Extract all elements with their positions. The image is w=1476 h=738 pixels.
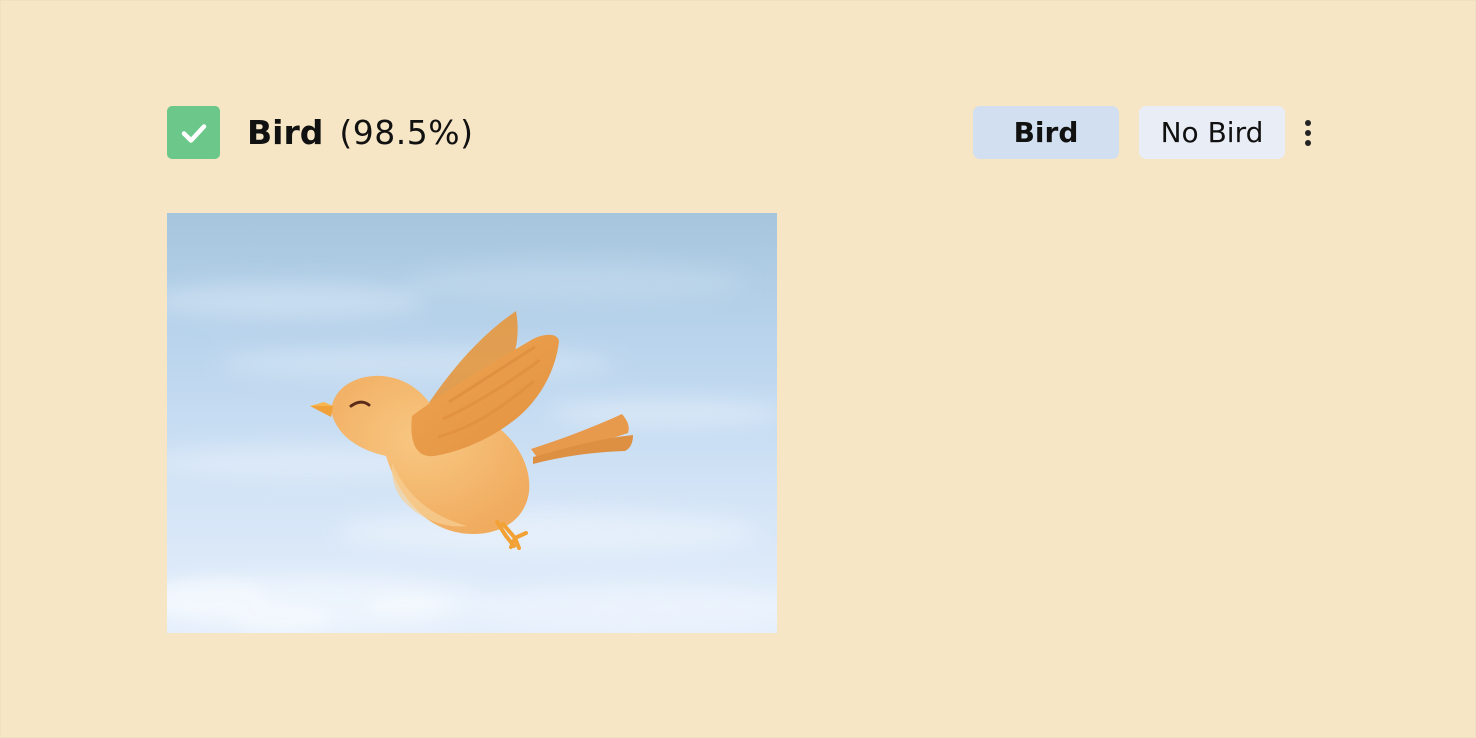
prediction-label: Bird (98.5%) (247, 110, 473, 154)
predicted-class: Bird (247, 112, 324, 152)
no-bird-button-label: No Bird (1160, 116, 1264, 149)
more-options-button[interactable] (1295, 113, 1321, 153)
check-icon (181, 123, 206, 143)
more-vertical-icon-dot (1305, 140, 1311, 146)
confidence-score: (98.5%) (339, 112, 474, 152)
more-vertical-icon-dot (1305, 130, 1311, 136)
bird-image (167, 213, 777, 633)
select-checkbox[interactable] (167, 106, 220, 159)
bird-button[interactable]: Bird (973, 106, 1119, 159)
main-panel: Bird (98.5%) Bird No Bird (0, 0, 1476, 738)
more-vertical-icon (1305, 120, 1311, 126)
bird-button-label: Bird (1013, 116, 1079, 149)
bird-illustration (167, 213, 777, 633)
no-bird-button[interactable]: No Bird (1139, 106, 1285, 159)
